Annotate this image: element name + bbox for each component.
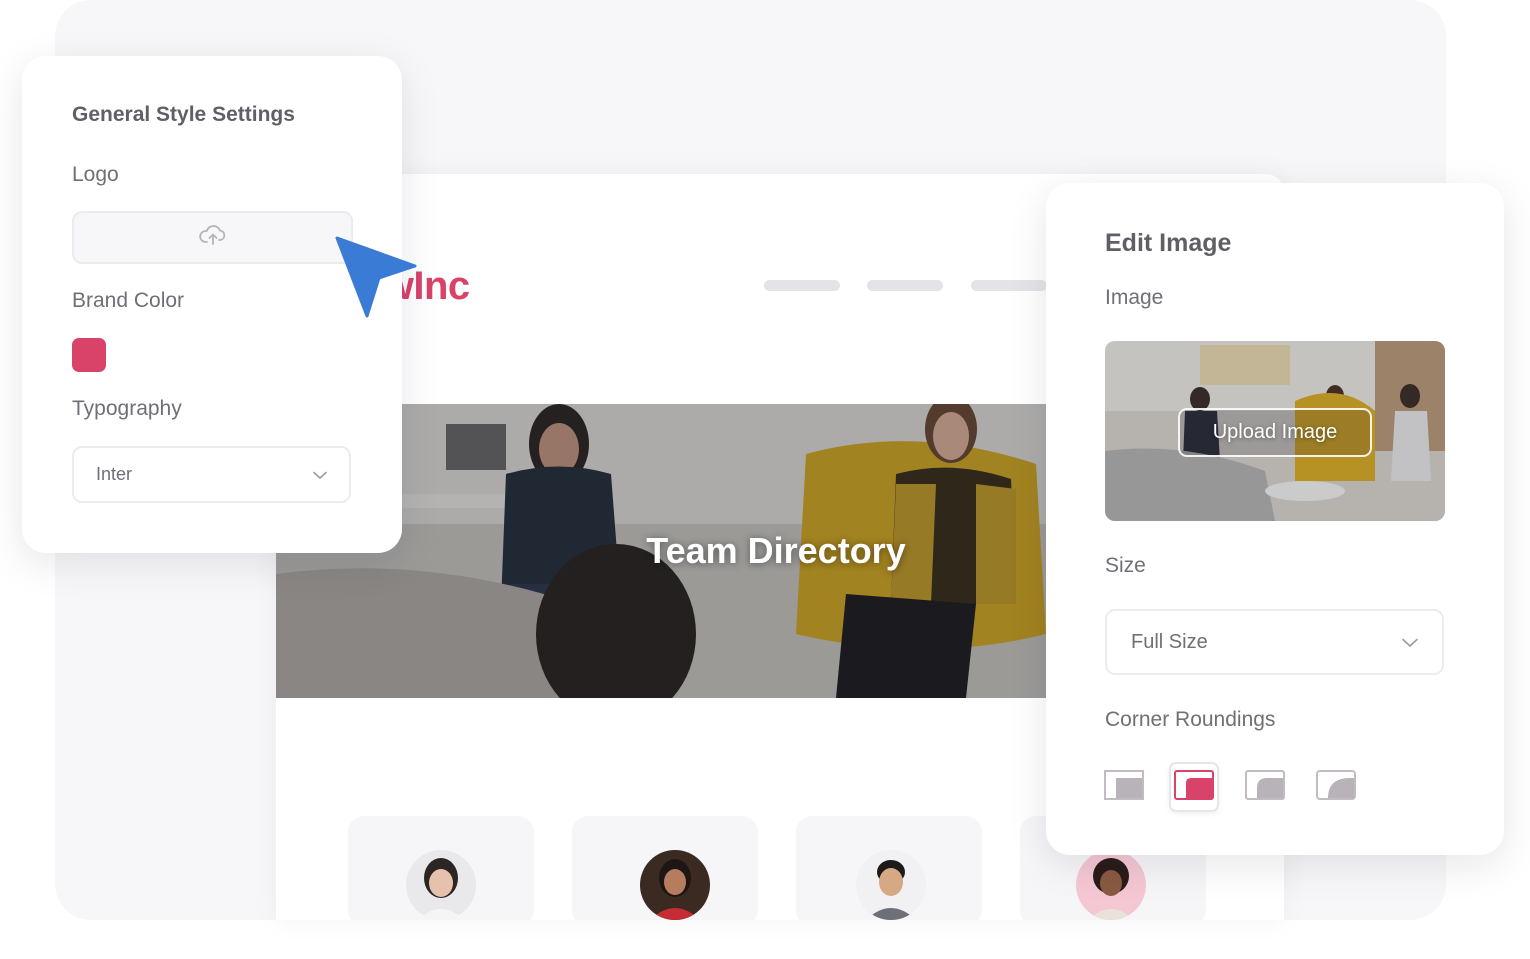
logo-upload-dropzone[interactable] (72, 211, 353, 264)
nav-placeholder-2[interactable] (867, 280, 943, 291)
typography-label: Typography (72, 397, 182, 420)
nav-placeholder-3[interactable] (971, 280, 1047, 291)
cloud-upload-icon (198, 223, 228, 252)
avatar (640, 850, 710, 920)
logo-label: Logo (72, 163, 119, 186)
corner-option-large[interactable] (1311, 762, 1361, 812)
pointer-arrow-icon (335, 236, 417, 318)
corner-small-round-icon (1174, 769, 1214, 805)
avatar (1076, 850, 1146, 920)
image-thumbnail: Upload Image (1105, 341, 1445, 521)
size-select[interactable]: Full Size (1105, 609, 1444, 675)
font-select-value: Inter (96, 464, 133, 484)
nav-placeholder-1[interactable] (764, 280, 840, 291)
corner-option-small[interactable] (1169, 762, 1219, 812)
corner-option-none[interactable] (1099, 762, 1149, 812)
corner-option-medium[interactable] (1240, 762, 1290, 812)
chevron-down-icon (313, 464, 327, 485)
corner-square-icon (1104, 769, 1144, 805)
panel-title: Edit Image (1105, 229, 1232, 257)
font-select[interactable]: Inter (72, 446, 351, 503)
corner-roundings-label: Corner Roundings (1105, 708, 1276, 731)
corner-large-round-icon (1316, 769, 1356, 805)
size-label: Size (1105, 554, 1146, 577)
avatar (406, 850, 476, 920)
avatar (856, 850, 926, 920)
brand-color-swatch[interactable] (72, 338, 106, 372)
edit-image-panel: Edit Image Image Upload Image Size Full … (1046, 183, 1504, 855)
panel-title: General Style Settings (72, 103, 295, 126)
corner-medium-round-icon (1245, 769, 1285, 805)
size-select-value: Full Size (1131, 630, 1208, 653)
image-label: Image (1105, 286, 1164, 309)
chevron-down-icon (1402, 631, 1418, 654)
upload-image-button[interactable]: Upload Image (1178, 408, 1372, 457)
brand-color-label: Brand Color (72, 289, 185, 312)
